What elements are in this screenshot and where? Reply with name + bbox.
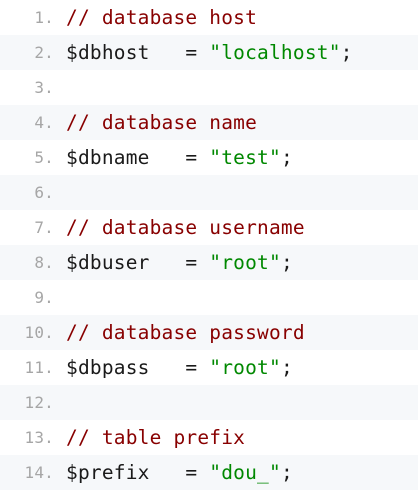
code-line: 5. $dbname = "test"; [0, 140, 418, 175]
code-line: 11. $dbpass = "root"; [0, 350, 418, 385]
code-token-var: $dbname [66, 146, 150, 169]
line-number: 8. [34, 253, 54, 272]
line-number: 9. [34, 288, 54, 307]
code-token-comment: // database name [66, 111, 258, 134]
line-number: 7. [34, 218, 54, 237]
code-line: 8. $dbuser = "root"; [0, 245, 418, 280]
code-line: 9. [0, 280, 418, 315]
code-token-string: "root" [209, 251, 281, 274]
code-token-punct: ; [280, 461, 293, 484]
code-token-var: $dbhost [66, 41, 150, 64]
line-code: // database password [66, 315, 305, 350]
code-token-punct: ; [280, 356, 293, 379]
code-token-comment: // table prefix [66, 426, 246, 449]
code-token-punct: ; [340, 41, 353, 64]
code-token-string: "dou_" [209, 461, 281, 484]
code-token-op: = [149, 41, 210, 64]
code-block: 1. // database host 2. $dbhost = "localhost… [0, 0, 418, 498]
code-line: 7. // database username [0, 210, 418, 245]
code-token-var: $dbpass [66, 356, 150, 379]
code-line: 14. $prefix = "dou_"; [0, 455, 418, 490]
line-number: 12. [24, 393, 54, 412]
code-token-op: = [149, 146, 210, 169]
code-token-var: $dbuser [66, 251, 150, 274]
code-token-punct: ; [280, 146, 293, 169]
code-line: 2. $dbhost = "localhost"; [0, 35, 418, 70]
code-line: 1. // database host [0, 0, 418, 35]
code-line: 13. // table prefix [0, 420, 418, 455]
line-number: 14. [24, 463, 54, 482]
line-code: // table prefix [66, 420, 245, 455]
line-code: // database name [66, 105, 257, 140]
line-code: $dbuser = "root"; [66, 245, 293, 280]
line-code: $dbname = "test"; [66, 140, 293, 175]
line-number: 5. [34, 148, 54, 167]
line-number: 4. [34, 113, 54, 132]
line-number: 13. [24, 428, 54, 447]
line-number: 10. [24, 323, 54, 342]
line-code: // database host [66, 0, 257, 35]
code-line: 12. [0, 385, 418, 420]
code-line: 3. [0, 70, 418, 105]
line-code: $prefix = "dou_"; [66, 455, 293, 490]
line-number: 3. [34, 78, 54, 97]
code-token-comment: // database username [66, 216, 305, 239]
line-number: 2. [34, 43, 54, 62]
code-token-string: "test" [209, 146, 281, 169]
line-code: $dbpass = "root"; [66, 350, 293, 385]
line-number: 6. [34, 183, 54, 202]
code-line: 4. // database name [0, 105, 418, 140]
code-token-op: = [149, 356, 210, 379]
line-number: 1. [34, 8, 54, 27]
code-token-comment: // database password [66, 321, 305, 344]
line-code: $dbhost = "localhost"; [66, 35, 353, 70]
line-code: // database username [66, 210, 305, 245]
code-token-string: "root" [209, 356, 281, 379]
code-token-punct: ; [280, 251, 293, 274]
code-token-op: = [149, 461, 210, 484]
code-token-var: $prefix [66, 461, 150, 484]
code-token-op: = [149, 251, 210, 274]
code-line: 6. [0, 175, 418, 210]
code-token-comment: // database host [66, 6, 258, 29]
line-number: 11. [24, 358, 54, 377]
code-token-string: "localhost" [209, 41, 341, 64]
code-line: 10. // database password [0, 315, 418, 350]
